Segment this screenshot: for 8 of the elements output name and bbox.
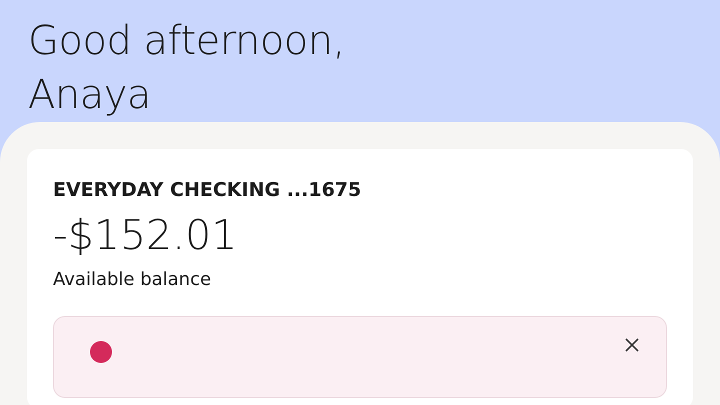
account-title: EVERYDAY CHECKING ...1675 bbox=[53, 179, 362, 201]
greeting-text: Anaya bbox=[28, 71, 152, 120]
account-card[interactable]: EVERYDAY CHECKING ...1675 -$152.01 Available balance bbox=[27, 149, 693, 405]
alert-icon bbox=[90, 341, 112, 363]
balance-label: Available balance bbox=[53, 269, 212, 290]
balance-amount: -$152.01 bbox=[53, 211, 238, 259]
close-icon[interactable] bbox=[624, 337, 640, 353]
greeting-text: Good afternoon, bbox=[28, 17, 346, 66]
